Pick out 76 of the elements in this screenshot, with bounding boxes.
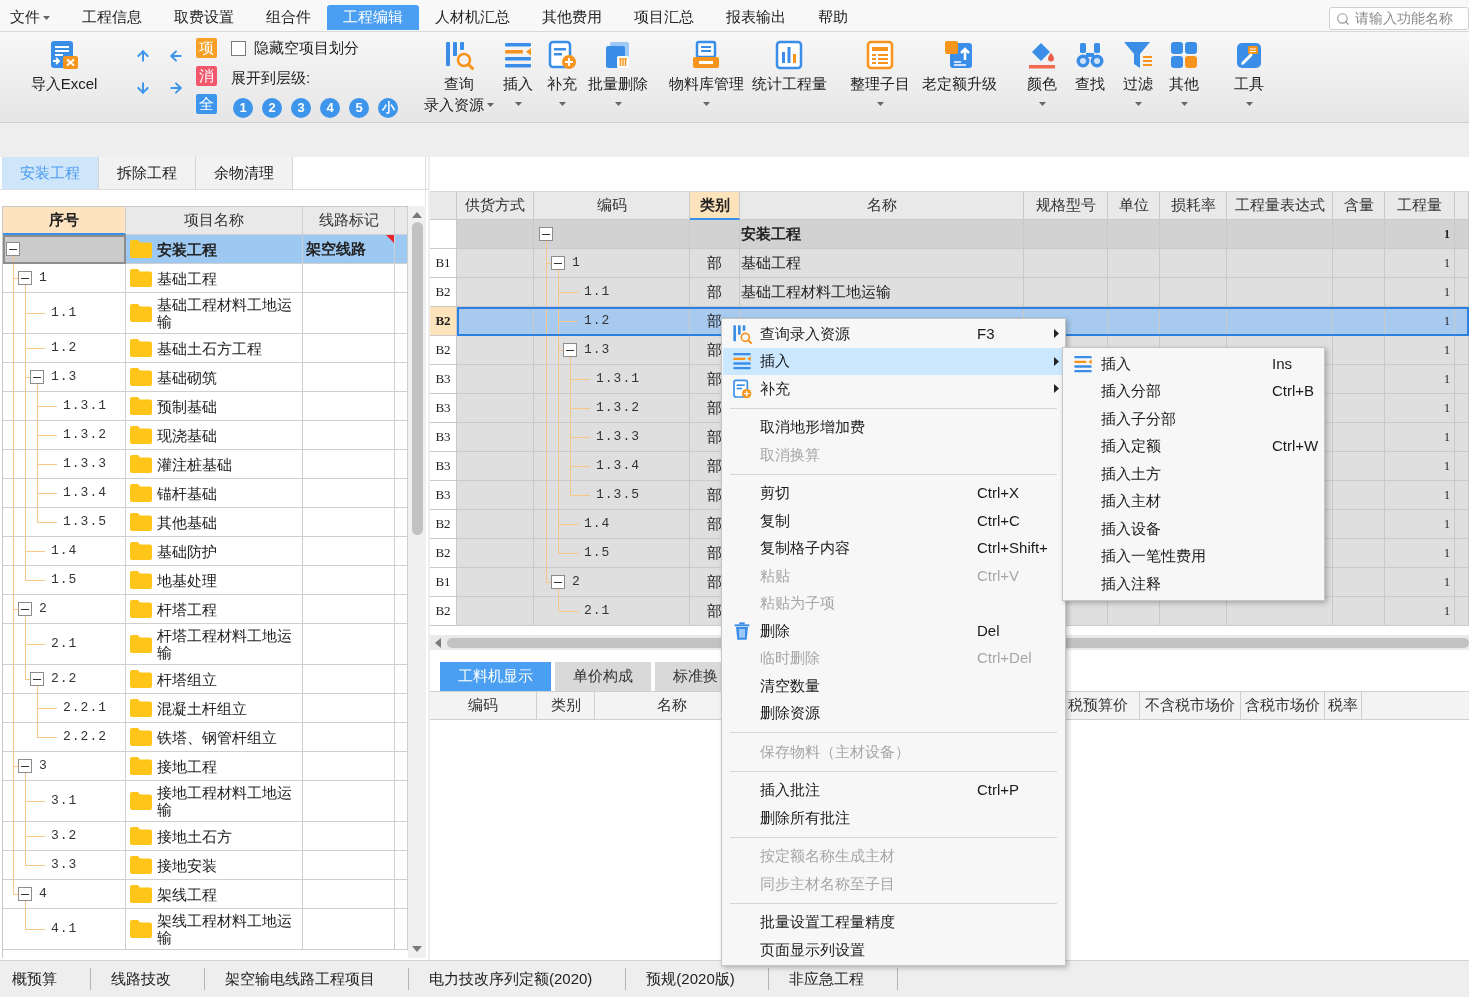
- row-number: 2.2: [51, 670, 78, 689]
- row-code: 1.2: [584, 312, 611, 331]
- tree-cell-text: 灌注桩基础: [157, 455, 233, 473]
- tree-cell-text: 架线工程: [157, 885, 218, 903]
- tree-cell-text: 基础工程材料工地运输: [157, 296, 293, 330]
- row-number: 1.2: [51, 339, 78, 358]
- table-cell: 1: [1385, 597, 1455, 626]
- tree-cell-text: 其他基础: [157, 513, 218, 531]
- tree-cell-text: 杆塔组立: [157, 670, 218, 688]
- row-number: 2.1: [51, 635, 78, 654]
- tree-cell-text: 混凝土杆组立: [157, 699, 248, 717]
- row-number: 1.4: [51, 542, 78, 561]
- tree-cell-text: 接地安装: [157, 856, 218, 874]
- tree-cell-text: 架线工程材料工地运输: [157, 912, 293, 946]
- tree-cell-text: 预制基础: [157, 397, 218, 415]
- row-number: 2: [39, 600, 48, 619]
- row-code: 2.1: [584, 602, 611, 621]
- tree-cell-text: 铁塔、钢管杆组立: [157, 728, 278, 746]
- tree-cell-text: 架空线路: [306, 238, 366, 259]
- tree-cell-text: 地基处理: [157, 571, 218, 589]
- status-item: 预规(2020版): [626, 968, 769, 990]
- tree-cell-text: 现浇基础: [157, 426, 218, 444]
- row-code: 1: [572, 254, 581, 273]
- status-item: 非应急工程: [768, 968, 898, 990]
- row-number: 1.3.2: [63, 426, 107, 445]
- tree-cell-text: 基础工程: [157, 269, 218, 287]
- column-header: 类别: [537, 692, 595, 720]
- row-number: 3.2: [51, 827, 78, 846]
- row-number: 2.2.1: [63, 699, 107, 718]
- row-code: 1.5: [584, 544, 611, 563]
- row-number: 4: [39, 885, 48, 904]
- column-header: 序号: [3, 207, 126, 235]
- column-header: 不含税市场价: [1140, 692, 1241, 720]
- row-number: 3: [39, 757, 48, 776]
- row-code: 1.3.4: [596, 457, 640, 476]
- status-item: 架空输电线路工程项目: [205, 968, 409, 990]
- tree-cell-text: 锚杆基础: [157, 484, 218, 502]
- column-header: 类别: [690, 192, 740, 220]
- tree-cell-text: 接地土石方: [157, 827, 233, 845]
- tree-cell-text: 接地工程材料工地运输: [157, 784, 293, 818]
- expand-level-label: 展开到层级:: [231, 69, 312, 87]
- row-number: 1.5: [51, 571, 78, 590]
- row-number: 1.3.3: [63, 455, 107, 474]
- row-number: 1.3.4: [63, 484, 107, 503]
- row-code: 1.3.3: [596, 428, 640, 447]
- row-code: 1.3.1: [596, 370, 640, 389]
- row-number: 3.3: [51, 856, 78, 875]
- status-item: 概预算: [0, 968, 91, 990]
- row-number: 1: [39, 269, 48, 288]
- row-number: 1.3: [51, 368, 78, 387]
- tree-cell-text: 安装工程: [157, 240, 218, 258]
- row-number: 1.1: [51, 304, 78, 323]
- column-header: 税率: [1325, 692, 1362, 720]
- row-code: 1.1: [584, 283, 611, 302]
- tree-cell-text: 基础土石方工程: [157, 339, 263, 357]
- row-code: 1.3.2: [596, 399, 640, 418]
- row-number: 1.3.5: [63, 513, 107, 532]
- status-item: 线路技改: [91, 968, 205, 990]
- checkbox-label: 隐藏空项目划分: [254, 37, 359, 58]
- row-code: 1.4: [584, 515, 611, 534]
- column-header: 编码: [430, 692, 537, 720]
- status-item: 电力技改序列定额(2020): [409, 968, 627, 990]
- row-number: 4.1: [51, 920, 78, 939]
- tree-cell-text: 杆塔工程材料工地运输: [157, 627, 293, 661]
- tree-cell-text: 杆塔工程: [157, 600, 218, 618]
- row-code: 1.3: [584, 341, 611, 360]
- row-level-label: B2: [430, 307, 457, 336]
- row-number: 2.2.2: [63, 728, 107, 747]
- row-number: 3.1: [51, 792, 78, 811]
- row-code: 1.3.5: [596, 486, 640, 505]
- column-header: 含税市场价: [1241, 692, 1325, 720]
- row-number: 1.3.1: [63, 397, 107, 416]
- row-code: 2: [572, 573, 581, 592]
- tree-cell-text: 基础砌筑: [157, 368, 218, 386]
- tree-cell-text: 接地工程: [157, 757, 218, 775]
- tree-cell-text: 基础防护: [157, 542, 218, 560]
